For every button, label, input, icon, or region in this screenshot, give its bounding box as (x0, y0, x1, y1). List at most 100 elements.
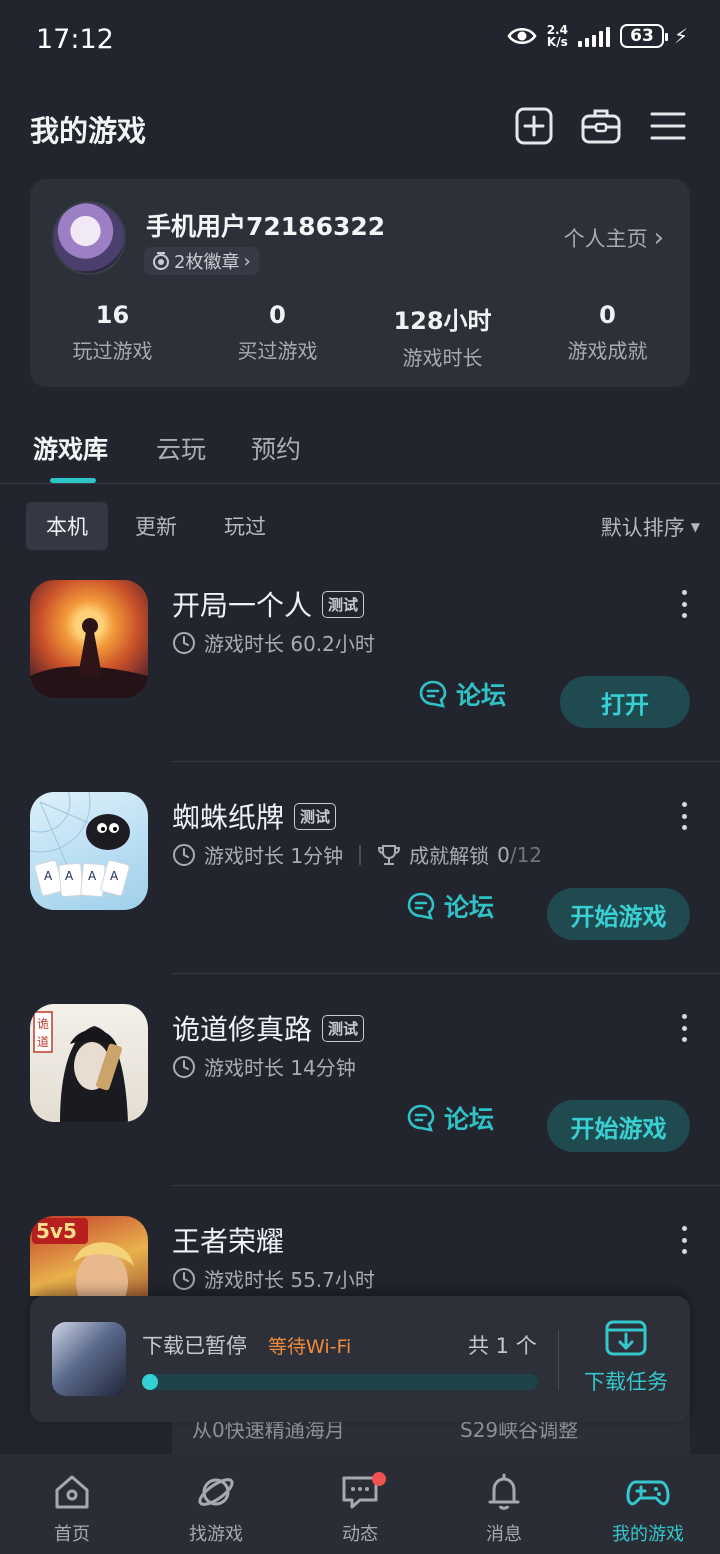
list-item[interactable]: 5v5 王者荣耀 游戏时长 55.7小时 (0, 1216, 720, 1296)
caret-down-icon: ▼ (690, 520, 700, 534)
start-game-button[interactable]: 开始游戏 (547, 1100, 690, 1152)
game-icon: 5v5 (30, 1216, 148, 1296)
playtime: 游戏时长 14分钟 (204, 1056, 356, 1080)
divider (172, 973, 720, 974)
battery-icon: 63 (619, 24, 668, 48)
home-icon (55, 1475, 89, 1509)
game-title: 开局一个人 测试 (172, 584, 365, 624)
toolbox-icon[interactable] (581, 106, 621, 146)
download-tray-icon (605, 1320, 647, 1356)
nav-my-games[interactable]: 我的游戏 (576, 1454, 720, 1554)
stat-label: 游戏成就 (567, 339, 648, 363)
net-speed: 2.4 K/s (546, 23, 568, 49)
nav-discover[interactable]: 找游戏 (144, 1454, 288, 1554)
download-bar[interactable]: 下载已暂停 等待Wi-Fi 共 1 个 下载任务 (30, 1296, 690, 1422)
sort-dropdown[interactable]: 默认排序 ▼ (601, 512, 700, 542)
nav-home[interactable]: 首页 (0, 1454, 144, 1554)
stat-label: 游戏时长 (402, 346, 483, 370)
forum-button[interactable]: 论坛 (406, 1100, 494, 1136)
download-wait-reason: 等待Wi-Fi (268, 1336, 352, 1358)
svg-text:5v5: 5v5 (36, 1219, 77, 1243)
svg-text:诡: 诡 (37, 1017, 49, 1031)
badge-count: 2枚徽章 (174, 252, 240, 273)
more-options-icon[interactable] (676, 590, 692, 618)
download-game-thumbnail (52, 1322, 126, 1396)
stat-value: 0 (599, 301, 616, 329)
divider (558, 1330, 559, 1390)
game-icon (30, 580, 148, 698)
more-options-icon[interactable] (676, 802, 692, 830)
game-icon: 诡 道 (30, 1004, 148, 1122)
stat-playtime[interactable]: 128小时 游戏时长 (360, 301, 525, 371)
stat-label: 玩过游戏 (72, 339, 153, 363)
svg-text:道: 道 (37, 1035, 49, 1049)
download-count: 共 1 个 (468, 1334, 537, 1358)
stat-achievements[interactable]: 0 游戏成就 (525, 301, 690, 364)
stat-label: 买过游戏 (237, 339, 318, 363)
filter-played[interactable]: 玩过 (204, 502, 286, 550)
menu-icon[interactable] (648, 106, 688, 146)
avatar[interactable] (52, 201, 126, 275)
download-tasks-label: 下载任务 (584, 1370, 668, 1394)
playtime: 游戏时长 55.7小时 (204, 1268, 375, 1292)
stat-value: 0 (269, 301, 286, 329)
download-progress-track (142, 1374, 538, 1390)
start-game-button[interactable]: 开始游戏 (547, 888, 690, 940)
game-icon: AAAA (30, 792, 148, 910)
chevron-right-icon: › (243, 250, 251, 272)
game-meta: 游戏时长 55.7小时 (172, 1264, 375, 1293)
chevron-right-icon: › (653, 223, 664, 253)
page-title: 我的游戏 (30, 114, 147, 148)
homepage-link[interactable]: 个人主页 › (564, 223, 664, 253)
download-status: 下载已暂停 (142, 1334, 247, 1358)
username: 手机用户72186322 (146, 212, 386, 241)
filter-update[interactable]: 更新 (115, 502, 197, 550)
nav-messages[interactable]: 消息 (432, 1454, 576, 1554)
charging-icon: ⚡ (673, 24, 688, 48)
forum-button[interactable]: 论坛 (418, 676, 506, 712)
planet-icon (198, 1478, 234, 1506)
clock-icon (173, 1267, 195, 1290)
playtime: 游戏时长 60.2小时 (204, 632, 375, 656)
more-options-icon[interactable] (676, 1226, 692, 1254)
eye-icon (507, 27, 537, 45)
forum-icon (407, 892, 435, 920)
divider (172, 1185, 720, 1186)
tab-library[interactable]: 游戏库 (33, 430, 108, 466)
test-tag: 测试 (294, 802, 337, 830)
nav-label: 首页 (54, 1524, 90, 1545)
add-icon[interactable] (514, 106, 554, 146)
nav-label: 动态 (342, 1524, 378, 1545)
trophy-icon (378, 844, 401, 865)
nav-label: 消息 (486, 1524, 522, 1545)
divider (172, 761, 720, 762)
svg-text:A: A (88, 869, 97, 883)
signal-icon (577, 25, 610, 47)
more-options-icon[interactable] (676, 1014, 692, 1042)
forum-button[interactable]: 论坛 (406, 888, 494, 924)
game-meta: 游戏时长 60.2小时 (172, 628, 375, 657)
nav-label: 找游戏 (189, 1524, 243, 1545)
filter-local[interactable]: 本机 (26, 502, 108, 550)
stat-value: 16 (95, 301, 130, 329)
forum-icon (407, 1104, 435, 1132)
game-title: 王者荣耀 (172, 1225, 285, 1258)
status-time: 17:12 (36, 24, 114, 55)
tab-reserve[interactable]: 预约 (251, 430, 301, 466)
download-tasks-button[interactable]: 下载任务 (578, 1316, 674, 1396)
test-tag: 测试 (322, 590, 365, 618)
playtime: 游戏时长 1分钟 (204, 844, 344, 868)
svg-text:A: A (44, 869, 53, 883)
achievement-progress: 0/12 (497, 842, 543, 867)
badge-chip[interactable]: 2枚徽章 › (144, 247, 259, 275)
tab-cloud[interactable]: 云玩 (156, 430, 206, 466)
open-button[interactable]: 打开 (560, 676, 690, 728)
status-icons: 2.4 K/s 63 ⚡ (507, 24, 688, 48)
divider (0, 483, 720, 484)
homepage-label: 个人主页 (563, 227, 648, 251)
gamepad-icon (626, 1480, 670, 1506)
nav-feed[interactable]: 动态 (288, 1454, 432, 1554)
stat-bought[interactable]: 0 买过游戏 (195, 301, 360, 364)
stat-played[interactable]: 16 玩过游戏 (30, 301, 195, 364)
test-tag: 测试 (322, 1014, 365, 1042)
